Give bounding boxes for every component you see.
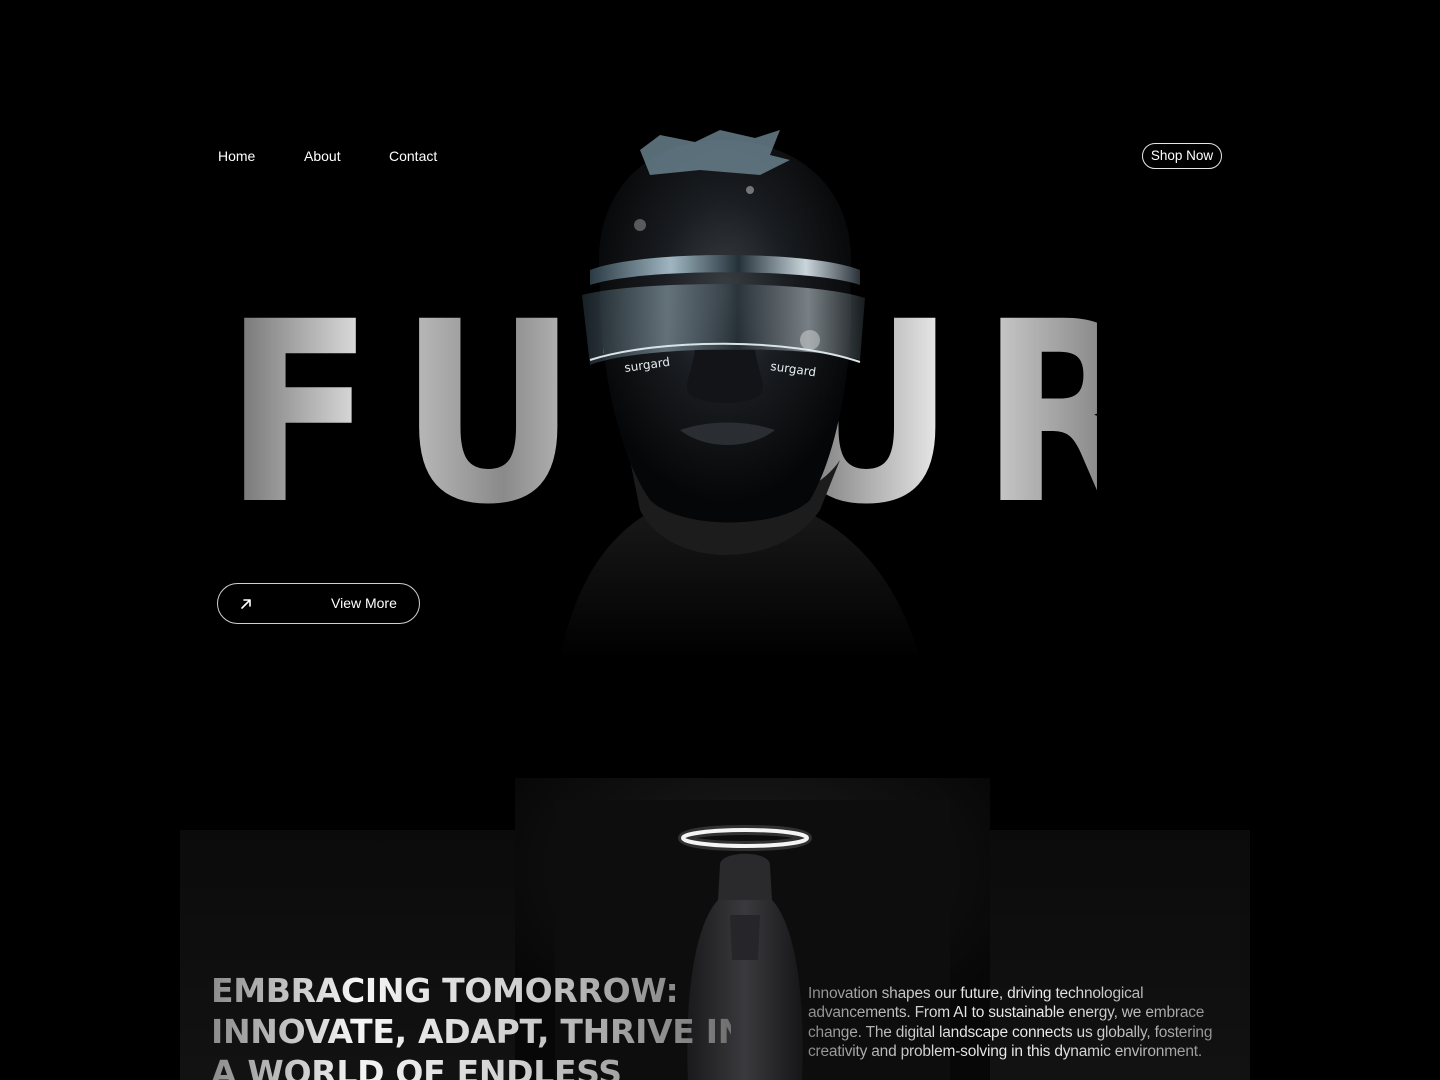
nav-home-link[interactable]: Home <box>218 146 304 166</box>
landing-page: Home About Contact Shop Now FUTURE <box>0 0 1440 1080</box>
headline-line: EMBRACING TOMORROW: <box>211 971 679 1010</box>
nav-contact-link[interactable]: Contact <box>389 146 437 166</box>
hero-portrait-image: surgard surgard <box>560 130 920 660</box>
view-more-button[interactable]: View More <box>217 583 420 624</box>
section-paragraph: Innovation shapes our future, driving te… <box>808 984 1228 1061</box>
headline-line: INNOVATE, ADAPT, THRIVE IN <box>211 1012 746 1051</box>
view-more-label: View More <box>331 595 397 611</box>
headline-line: A WORLD OF ENDLESS <box>211 1053 622 1080</box>
main-nav: Home About Contact <box>218 146 437 166</box>
section-headline: EMBRACING TOMORROW: INNOVATE, ADAPT, THR… <box>211 970 731 1080</box>
arrow-up-right-icon <box>241 599 251 609</box>
shop-now-button[interactable]: Shop Now <box>1142 143 1222 169</box>
nav-about-link[interactable]: About <box>304 146 389 166</box>
